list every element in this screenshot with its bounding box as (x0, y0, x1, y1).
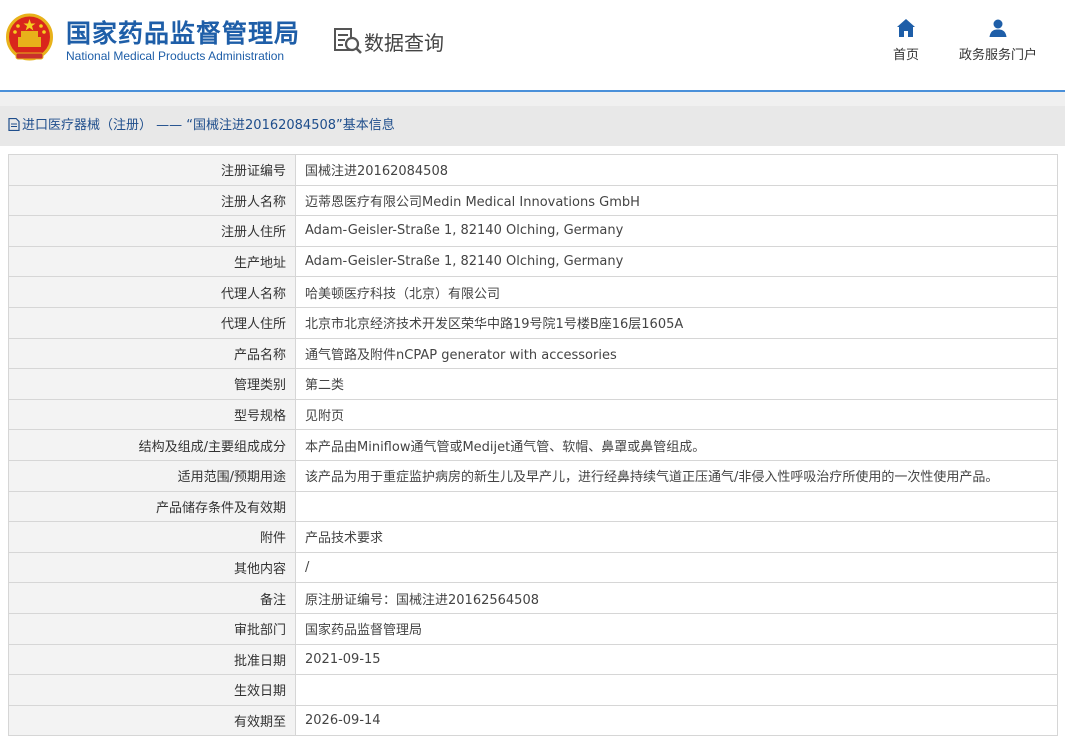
table-row: 管理类别 第二类 (8, 368, 1058, 400)
field-value: 产品技术要求 (295, 521, 1058, 553)
breadcrumb-current: “国械注进20162084508”基本信息 (186, 118, 395, 133)
field-label: 附件 (8, 521, 296, 553)
national-emblem-icon (6, 13, 53, 61)
breadcrumb: 进口医疗器械（注册） —— “国械注进20162084508”基本信息 (0, 106, 1065, 146)
table-row: 注册证编号 国械注进20162084508 (8, 154, 1058, 186)
section-title: 数据查询 (364, 31, 444, 55)
table-row: 型号规格 见附页 (8, 398, 1058, 431)
field-value (295, 674, 1058, 706)
user-icon (989, 19, 1007, 37)
field-value: 国械注进20162084508 (295, 154, 1058, 186)
table-row: 生产地址 Adam-Geisler-Straße 1, 82140 Olching… (8, 245, 1058, 278)
field-label: 生产地址 (8, 245, 296, 278)
table-row: 适用范围/预期用途 该产品为用于重症监护病房的新生儿及早产儿，进行经鼻持续气道正压… (8, 459, 1058, 492)
field-value: Adam-Geisler-Straße 1, 82140 Olching, Ge… (295, 215, 1058, 247)
field-value: Adam-Geisler-Straße 1, 82140 Olching, Ge… (295, 245, 1058, 278)
field-label: 代理人住所 (8, 306, 296, 339)
nav-home-label: 首页 (892, 48, 919, 63)
table-row: 附件 产品技术要求 (8, 521, 1058, 553)
field-label: 代理人名称 (8, 276, 296, 308)
nav-gov-services-link[interactable]: 政务服务门户 (952, 18, 1044, 63)
table-row: 代理人住所 北京市北京经济技术开发区荣华中路19号院1号楼B座16层1605A (8, 306, 1058, 339)
field-label: 注册证编号 (8, 154, 296, 186)
field-label: 型号规格 (8, 398, 296, 431)
table-row: 有效期至 2026-09-14 (8, 704, 1058, 737)
detail-table: 注册证编号 国械注进20162084508 注册人名称 迈蒂恩医疗有限公司Medin … (8, 154, 1058, 737)
field-value: 2026-09-14 (295, 704, 1058, 737)
field-label: 其他内容 (8, 551, 296, 584)
detail-table-wrapper: 注册证编号 国械注进20162084508 注册人名称 迈蒂恩医疗有限公司Medin … (8, 154, 1058, 737)
field-label: 管理类别 (8, 368, 296, 400)
table-row: 备注 原注册证编号：国械注进20162564508 (8, 582, 1058, 614)
table-row: 代理人名称 哈美顿医疗科技（北京）有限公司 (8, 276, 1058, 308)
field-value: / (295, 551, 1058, 584)
field-value: 2021-09-15 (295, 643, 1058, 676)
breadcrumb-separator: —— (156, 118, 183, 133)
field-label: 注册人住所 (8, 215, 296, 247)
field-label: 审批部门 (8, 612, 296, 645)
nav-home-link[interactable]: 首页 (888, 18, 924, 63)
field-value: 本产品由Miniflow通气管或Medijet通气管、软帽、鼻罩或鼻管组成。 (295, 429, 1058, 461)
data-query-icon (334, 28, 362, 54)
table-row: 注册人住所 Adam-Geisler-Straße 1, 82140 Olchin… (8, 215, 1058, 247)
field-value: 见附页 (295, 398, 1058, 431)
breadcrumb-category-link[interactable]: 进口医疗器械（注册） (22, 118, 152, 133)
field-value: 北京市北京经济技术开发区荣华中路19号院1号楼B座16层1605A (295, 306, 1058, 339)
field-value: 国家药品监督管理局 (295, 612, 1058, 645)
field-value: 迈蒂恩医疗有限公司Medin Medical Innovations GmbH (295, 184, 1058, 217)
table-row: 注册人名称 迈蒂恩医疗有限公司Medin Medical Innovations … (8, 184, 1058, 217)
table-row: 其他内容 / (8, 551, 1058, 584)
field-label: 产品名称 (8, 337, 296, 370)
field-value: 原注册证编号：国械注进20162564508 (295, 582, 1058, 614)
document-icon (8, 118, 20, 131)
table-row: 审批部门 国家药品监督管理局 (8, 612, 1058, 645)
table-row: 产品名称 通气管路及附件nCPAP generator with accessor… (8, 337, 1058, 370)
org-name-cn: 国家药品监督管理局 (66, 19, 301, 48)
table-row: 产品储存条件及有效期 (8, 490, 1058, 523)
field-value: 第二类 (295, 368, 1058, 400)
field-label: 结构及组成/主要组成成分 (8, 429, 296, 461)
org-name-en: National Medical Products Administration (66, 49, 285, 63)
header-gap (0, 92, 1065, 106)
field-label: 备注 (8, 582, 296, 614)
field-label: 产品储存条件及有效期 (8, 490, 296, 523)
home-icon (897, 19, 915, 37)
field-label: 批准日期 (8, 643, 296, 676)
field-value: 哈美顿医疗科技（北京）有限公司 (295, 276, 1058, 308)
table-row: 批准日期 2021-09-15 (8, 643, 1058, 676)
field-label: 注册人名称 (8, 184, 296, 217)
field-value: 该产品为用于重症监护病房的新生儿及早产儿，进行经鼻持续气道正压通气/非侵入性呼吸… (295, 459, 1058, 492)
field-value (295, 490, 1058, 523)
table-row: 结构及组成/主要组成成分 本产品由Miniflow通气管或Medijet通气管、软… (8, 429, 1058, 461)
field-value: 通气管路及附件nCPAP generator with accessories (295, 337, 1058, 370)
field-label: 生效日期 (8, 674, 296, 706)
field-label: 有效期至 (8, 704, 296, 737)
field-label: 适用范围/预期用途 (8, 459, 296, 492)
site-header: 国家药品监督管理局 National Medical Products Admi… (0, 0, 1065, 92)
table-row: 生效日期 (8, 674, 1058, 706)
nav-gov-services-label: 政务服务门户 (958, 48, 1037, 63)
